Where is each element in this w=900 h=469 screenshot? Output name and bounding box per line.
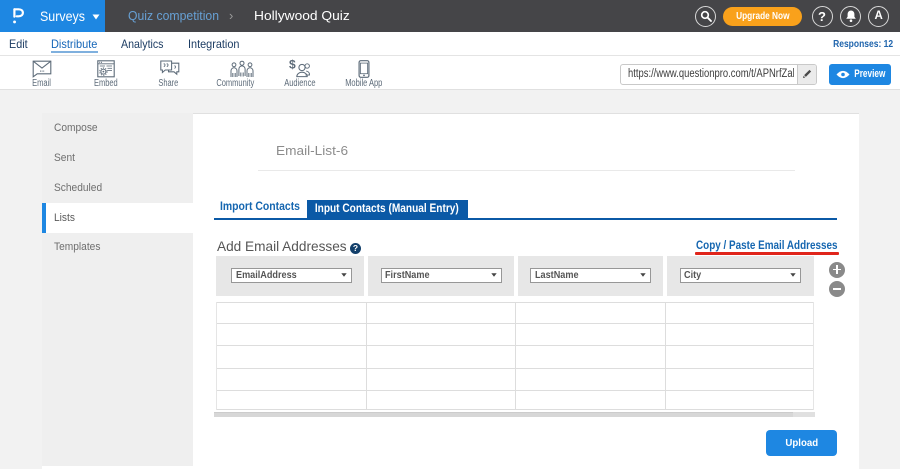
svg-text:$: $ bbox=[289, 58, 296, 72]
